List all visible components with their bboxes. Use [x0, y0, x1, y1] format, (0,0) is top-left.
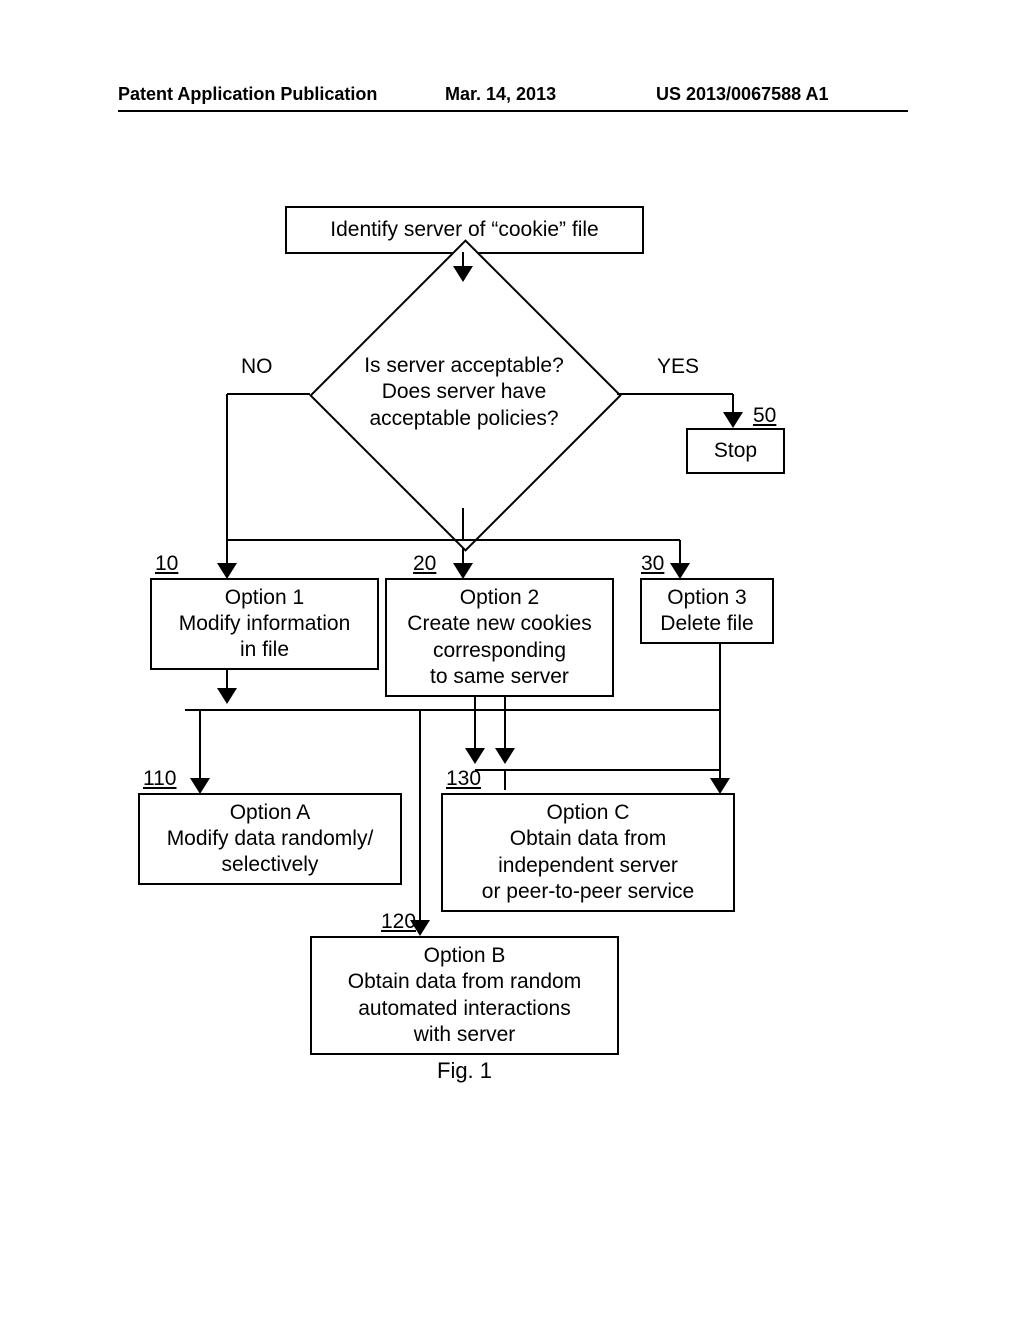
ref-130: 130: [446, 767, 481, 791]
option3-box: Option 3 Delete file: [640, 578, 774, 644]
ref-50: 50: [753, 404, 776, 428]
label-yes: YES: [657, 355, 699, 379]
optionA-box: Option A Modify data randomly/ selective…: [138, 793, 402, 885]
ref-120: 120: [381, 910, 416, 934]
header-rule: [118, 110, 908, 112]
figure-caption: Fig. 1: [437, 1058, 492, 1084]
optionB-text: Option B Obtain data from random automat…: [348, 943, 581, 1048]
patent-page: Patent Application Publication Mar. 14, …: [0, 0, 1024, 1320]
ref-30: 30: [641, 552, 664, 576]
option1-text: Option 1 Modify information in file: [179, 585, 351, 664]
optionB-box: Option B Obtain data from random automat…: [310, 936, 619, 1055]
optionC-text: Option C Obtain data from independent se…: [482, 800, 694, 905]
ref-10: 10: [155, 552, 178, 576]
option1-box: Option 1 Modify information in file: [150, 578, 379, 670]
label-no: NO: [241, 355, 273, 379]
stop-box: Stop: [686, 428, 785, 474]
ref-110: 110: [143, 767, 176, 791]
ref-20: 20: [413, 552, 436, 576]
header-left: Patent Application Publication: [118, 84, 377, 105]
optionA-text: Option A Modify data randomly/ selective…: [167, 800, 374, 879]
header-date: Mar. 14, 2013: [445, 84, 556, 105]
optionC-box: Option C Obtain data from independent se…: [441, 793, 735, 912]
option2-text: Option 2 Create new cookies correspondin…: [407, 585, 591, 690]
option3-text: Option 3 Delete file: [660, 585, 753, 638]
option2-box: Option 2 Create new cookies correspondin…: [385, 578, 614, 697]
header-pubno: US 2013/0067588 A1: [656, 84, 828, 105]
stop-text: Stop: [714, 438, 757, 464]
decision-text: Is server acceptable? Does server have a…: [344, 353, 584, 432]
